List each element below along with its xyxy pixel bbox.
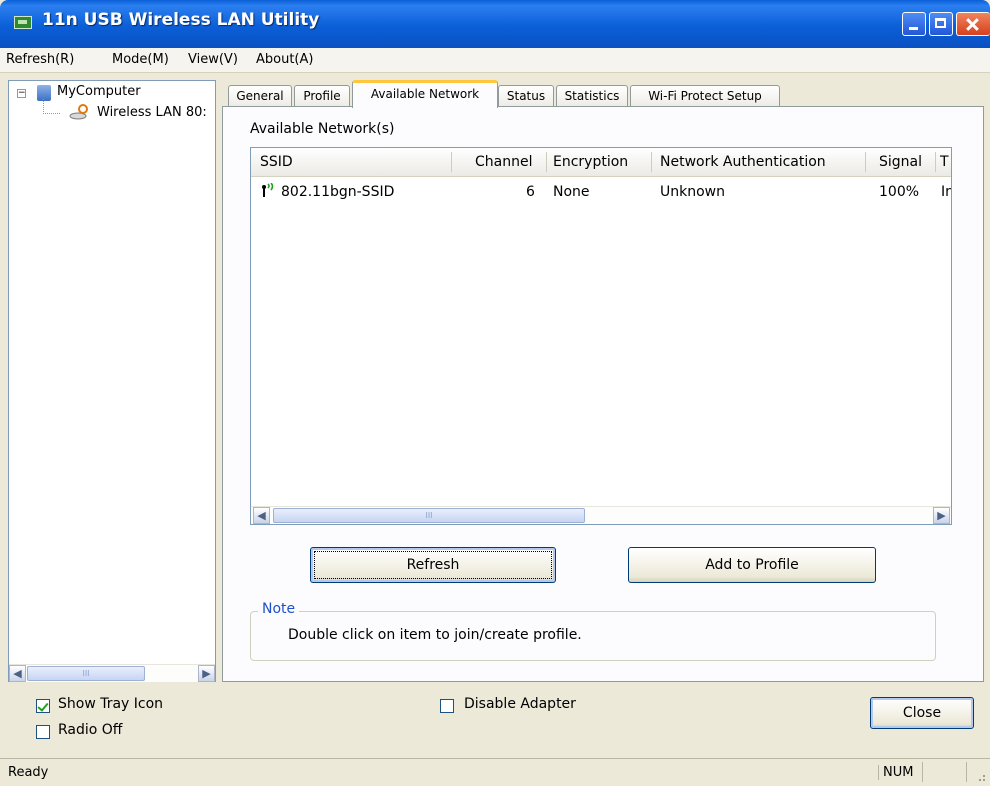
scroll-left-icon[interactable]: ◀	[253, 507, 270, 524]
device-tree[interactable]: − MyComputer Wireless LAN 80: ◀ III ▶	[8, 80, 216, 682]
show-tray-icon-checkbox[interactable]	[36, 699, 50, 713]
menu-bar: Refresh(R) Mode(M) View(V) About(A)	[0, 48, 990, 73]
column-channel[interactable]: Channel	[475, 154, 532, 170]
cell-channel: 6	[526, 184, 535, 200]
scroll-right-icon[interactable]: ▶	[933, 507, 950, 524]
cell-authentication: Unknown	[660, 184, 725, 200]
scroll-right-icon[interactable]: ▶	[198, 665, 215, 682]
column-type[interactable]: T	[940, 154, 949, 170]
menu-refresh[interactable]: Refresh(R)	[6, 52, 74, 67]
wireless-adapter-icon	[69, 104, 88, 120]
num-lock-indicator: NUM	[878, 765, 913, 780]
close-button[interactable]: Close	[870, 697, 974, 729]
status-text: Ready	[8, 765, 49, 780]
tab-general[interactable]: General	[228, 85, 292, 107]
size-grip-icon[interactable]	[974, 770, 986, 782]
cell-ssid: 802.11bgn-SSID	[281, 184, 395, 200]
list-header: SSID Channel Encryption Network Authenti…	[251, 148, 951, 177]
window-title: 11n USB Wireless LAN Utility	[42, 10, 320, 30]
cell-signal: 100%	[879, 184, 920, 200]
tab-status[interactable]: Status	[498, 85, 554, 107]
available-networks-heading: Available Network(s)	[250, 121, 395, 137]
add-to-profile-button[interactable]: Add to Profile	[628, 547, 876, 583]
note-title: Note	[258, 601, 300, 617]
signal-icon	[262, 183, 274, 197]
column-network-authentication[interactable]: Network Authentication	[660, 154, 826, 170]
tree-horizontal-scrollbar[interactable]: ◀ III ▶	[9, 664, 215, 682]
tree-collapse-toggle[interactable]: −	[17, 89, 26, 98]
maximize-icon[interactable]	[929, 12, 953, 36]
show-tray-icon-label: Show Tray Icon	[58, 696, 164, 712]
tree-connector	[43, 99, 60, 114]
network-list[interactable]: SSID Channel Encryption Network Authenti…	[250, 147, 952, 525]
menu-view[interactable]: View(V)	[188, 52, 238, 67]
minimize-icon[interactable]	[902, 12, 926, 36]
column-signal[interactable]: Signal	[879, 154, 922, 170]
tab-profile[interactable]: Profile	[294, 85, 350, 107]
note-text: Double click on item to join/create prof…	[288, 627, 582, 643]
status-bar: Ready NUM	[0, 758, 990, 786]
tab-wifi-protect-setup[interactable]: Wi-Fi Protect Setup	[630, 85, 780, 107]
close-icon[interactable]	[956, 12, 990, 36]
column-encryption[interactable]: Encryption	[553, 154, 628, 170]
scroll-thumb[interactable]: III	[27, 666, 145, 681]
cell-type: In	[941, 184, 951, 200]
tab-statistics[interactable]: Statistics	[556, 85, 628, 107]
scroll-left-icon[interactable]: ◀	[9, 665, 26, 682]
scroll-thumb[interactable]: III	[273, 508, 585, 523]
cell-encryption: None	[553, 184, 590, 200]
title-bar[interactable]: 11n USB Wireless LAN Utility	[0, 0, 990, 48]
list-horizontal-scrollbar[interactable]: ◀ III ▶	[251, 506, 951, 524]
menu-mode[interactable]: Mode(M)	[112, 52, 169, 67]
tree-item-mycomputer[interactable]: MyComputer	[57, 84, 141, 99]
disable-adapter-label: Disable Adapter	[464, 696, 576, 712]
column-ssid[interactable]: SSID	[260, 154, 293, 170]
disable-adapter-checkbox[interactable]	[440, 699, 454, 713]
tab-available-network[interactable]: Available Network	[352, 80, 498, 108]
menu-about[interactable]: About(A)	[256, 52, 313, 67]
refresh-button[interactable]: Refresh	[310, 547, 556, 583]
tree-item-wireless-lan[interactable]: Wireless LAN 80:	[97, 105, 207, 120]
radio-off-label: Radio Off	[58, 722, 123, 738]
radio-off-checkbox[interactable]	[36, 725, 50, 739]
app-icon	[14, 16, 32, 29]
